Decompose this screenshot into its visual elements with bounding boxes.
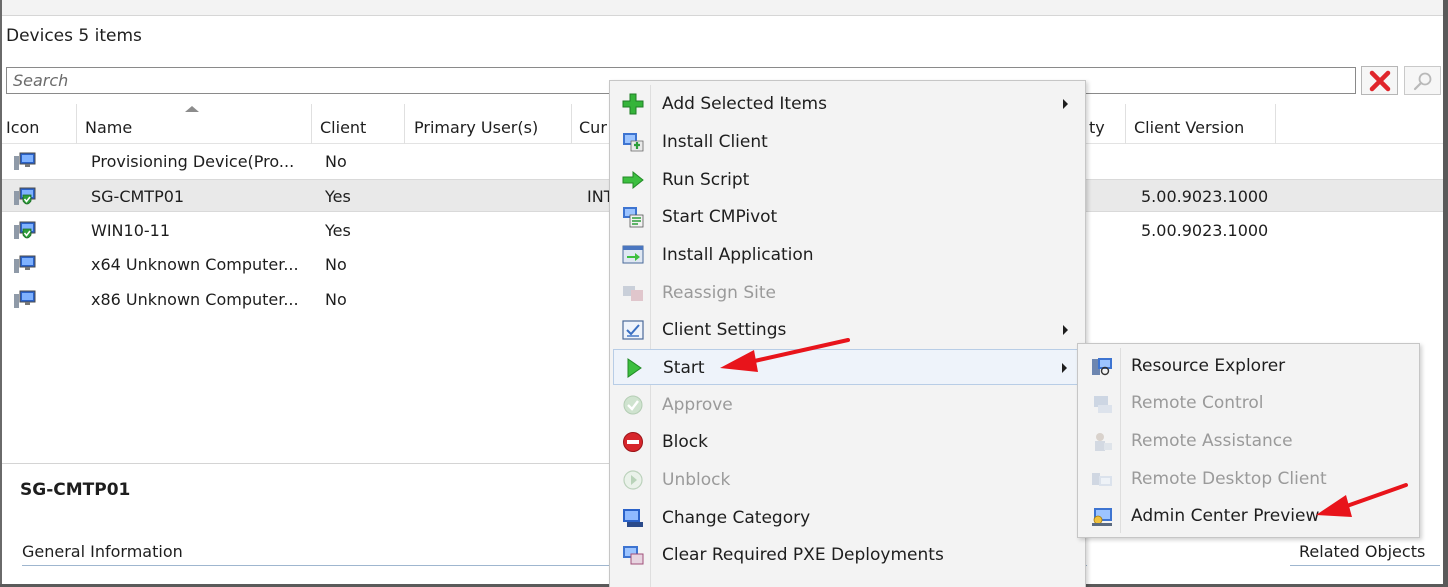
- menu-item-unblock[interactable]: Unblock: [613, 462, 1082, 498]
- device-icon: [14, 152, 36, 170]
- related-objects-header[interactable]: Related Objects: [1299, 542, 1425, 561]
- menu-item-start-cmpivot[interactable]: Start CMPivot: [613, 199, 1082, 235]
- menu-item-install-application[interactable]: Install Application: [613, 237, 1082, 273]
- menu-item-label: Block: [662, 432, 708, 452]
- admin-center-icon: [1092, 508, 1112, 526]
- search-button[interactable]: [1404, 66, 1441, 95]
- install-client-icon: [623, 133, 644, 152]
- menu-item-label: Install Client: [662, 132, 768, 152]
- related-objects-underline: [1290, 565, 1440, 566]
- submenu-arrow-icon: [1063, 325, 1068, 335]
- submenu-item-label: Admin Center Preview: [1131, 506, 1320, 526]
- menu-item-label: Unblock: [662, 470, 731, 490]
- remote-assistance-icon: [1095, 433, 1112, 451]
- submenu-item-label: Resource Explorer: [1131, 356, 1286, 376]
- device-name: x64 Unknown Computer...: [91, 255, 299, 274]
- menu-item-client-settings[interactable]: Client Settings: [613, 312, 1082, 348]
- device-icon: [14, 255, 36, 273]
- device-client: No: [325, 290, 347, 309]
- menu-item-label: Install Application: [662, 245, 814, 265]
- device-client: No: [325, 255, 347, 274]
- submenu-item-label: Remote Control: [1131, 393, 1264, 413]
- submenu-item-resource-explorer[interactable]: Resource Explorer: [1081, 349, 1416, 385]
- device-name: SG-CMTP01: [91, 187, 185, 206]
- remote-control-icon: [1094, 396, 1112, 413]
- menu-item-block[interactable]: Block: [613, 424, 1082, 460]
- install-application-icon: [622, 245, 644, 264]
- cmpivot-icon: [623, 207, 644, 228]
- device-client: Yes: [325, 221, 351, 240]
- column-primary-users[interactable]: Primary User(s): [405, 104, 572, 144]
- column-client-version[interactable]: Client Version: [1126, 104, 1276, 144]
- menu-item-clear-pxe[interactable]: Clear Required PXE Deployments: [613, 537, 1082, 573]
- menu-item-approve[interactable]: Approve: [613, 387, 1082, 423]
- managed-device-icon: [14, 221, 36, 239]
- submenu-item-admin-center-preview[interactable]: Admin Center Preview: [1081, 499, 1416, 535]
- resource-explorer-icon: [1092, 358, 1112, 376]
- menu-item-label: Start: [663, 358, 705, 378]
- column-client[interactable]: Client: [312, 104, 405, 144]
- menu-item-label: Reassign Site: [662, 283, 776, 303]
- managed-device-icon: [14, 187, 36, 205]
- device-client: Yes: [325, 187, 351, 206]
- client-settings-icon: [622, 320, 644, 340]
- list-header: Devices 5 items: [6, 26, 142, 46]
- block-icon: [623, 432, 643, 452]
- reassign-site-icon: [623, 286, 643, 301]
- submenu-item-remote-desktop-client[interactable]: Remote Desktop Client: [1081, 462, 1416, 498]
- change-category-icon: [623, 509, 643, 527]
- general-information-header[interactable]: General Information: [22, 542, 183, 561]
- run-script-icon: [622, 170, 644, 190]
- menu-item-run-script[interactable]: Run Script: [613, 162, 1082, 198]
- device-client: No: [325, 152, 347, 171]
- submenu-item-remote-assistance[interactable]: Remote Assistance: [1081, 424, 1416, 460]
- clear-x-icon: [1369, 70, 1390, 91]
- menu-item-label: Start CMPivot: [662, 207, 778, 227]
- add-icon: [622, 93, 644, 115]
- menu-item-label: Approve: [662, 395, 733, 415]
- list-title: Devices: [6, 26, 73, 46]
- menu-item-label: Client Settings: [662, 320, 787, 340]
- column-activity[interactable]: ty: [1086, 104, 1126, 144]
- remote-desktop-icon: [1092, 473, 1112, 486]
- device-icon: [14, 290, 36, 308]
- column-current-user[interactable]: Cur: [572, 104, 612, 144]
- start-submenu: Resource Explorer Remote Control Remote …: [1077, 343, 1420, 538]
- menu-item-label: Run Script: [662, 170, 750, 190]
- unblock-icon: [623, 470, 643, 490]
- submenu-item-label: Remote Assistance: [1131, 431, 1293, 451]
- menu-item-change-category[interactable]: Change Category: [613, 500, 1082, 536]
- submenu-item-label: Remote Desktop Client: [1131, 469, 1327, 489]
- menu-item-start[interactable]: Start: [613, 349, 1082, 385]
- device-name: Provisioning Device(Pro...: [91, 152, 295, 171]
- item-count: 5 items: [78, 26, 142, 46]
- menu-item-label: Add Selected Items: [662, 94, 827, 114]
- magnifier-icon: [1413, 72, 1431, 90]
- device-name: WIN10-11: [91, 221, 170, 240]
- menu-item-install-client[interactable]: Install Client: [613, 124, 1082, 160]
- submenu-arrow-icon: [1062, 363, 1067, 373]
- column-icon[interactable]: Icon: [2, 104, 77, 144]
- submenu-item-remote-control[interactable]: Remote Control: [1081, 386, 1416, 422]
- clear-pxe-icon: [623, 546, 644, 565]
- details-device-name: SG-CMTP01: [20, 480, 131, 500]
- device-client-version: 5.00.9023.1000: [1141, 187, 1269, 206]
- device-client-version: 5.00.9023.1000: [1141, 221, 1269, 240]
- start-icon: [627, 358, 642, 378]
- submenu-arrow-icon: [1063, 99, 1068, 109]
- context-menu: Add Selected Items Install Client Run Sc…: [609, 80, 1086, 587]
- device-name: x86 Unknown Computer...: [91, 290, 299, 309]
- menu-item-label: Clear Required PXE Deployments: [662, 545, 944, 565]
- menu-item-reassign-site[interactable]: Reassign Site: [613, 275, 1082, 311]
- window-right-edge: [1443, 0, 1448, 587]
- column-name[interactable]: Name: [77, 104, 312, 144]
- menu-item-add-selected-items[interactable]: Add Selected Items: [613, 86, 1082, 122]
- clear-search-button[interactable]: [1361, 66, 1398, 95]
- menu-item-label: Change Category: [662, 508, 811, 528]
- approve-icon: [623, 395, 643, 415]
- top-band: [0, 0, 1448, 16]
